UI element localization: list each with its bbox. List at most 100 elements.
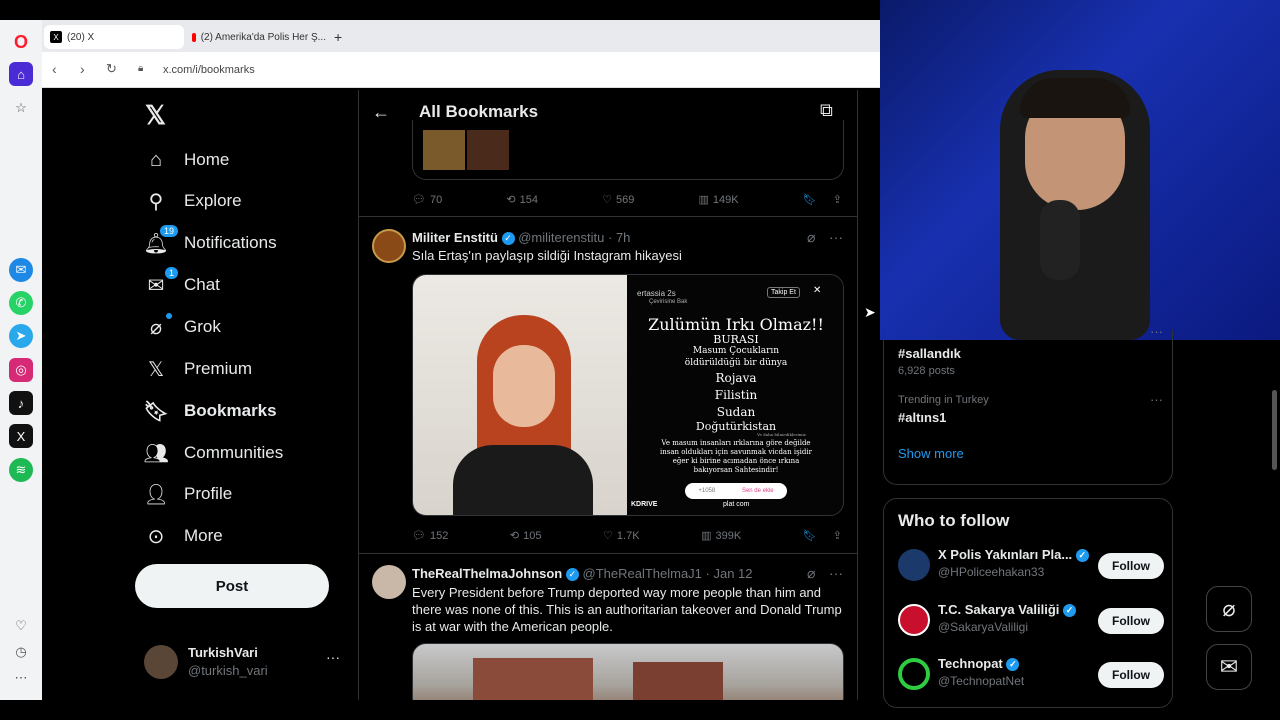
x-logo-icon[interactable]: 𝕏: [145, 100, 166, 131]
avatar: [898, 604, 930, 636]
trend-item[interactable]: Trending in Turkey #altıns1: [898, 394, 1148, 425]
author-handle[interactable]: @TheRealThelmaJ1: [583, 566, 702, 581]
share-icon[interactable]: ⇪: [833, 529, 842, 542]
author-name[interactable]: Militer Enstitü: [412, 230, 498, 245]
youtube-favicon-icon: [192, 32, 196, 42]
media-thumbnail[interactable]: [423, 130, 465, 170]
avatar: [898, 658, 930, 690]
tab-bar: X (20) X (2) Amerika'da Polis Her Ş... +: [42, 20, 880, 52]
share-icon[interactable]: ⇪: [833, 193, 842, 206]
url-input[interactable]: x.com/i/bookmarks: [163, 64, 255, 76]
photo-left-panel: [413, 275, 627, 515]
reply-icon: 💬︎: [412, 194, 426, 206]
nav-label: More: [184, 526, 223, 545]
tab-youtube[interactable]: (2) Amerika'da Polis Her Ş...: [186, 25, 326, 49]
telegram-icon[interactable]: ➤: [9, 324, 33, 348]
post-button[interactable]: Post: [135, 564, 329, 608]
like-button[interactable]: ♡ 569: [602, 193, 634, 207]
tweet-time[interactable]: · 7h: [608, 230, 630, 245]
x-app-icon[interactable]: X: [9, 424, 33, 448]
nav-home[interactable]: ⌂ Home: [144, 140, 229, 180]
views-button[interactable]: ▥ 149K: [698, 193, 739, 207]
nav-chat[interactable]: ✉ 1 Chat: [144, 265, 220, 305]
tweet-image[interactable]: [412, 643, 844, 700]
story-time: 2s: [667, 289, 676, 298]
home-speed-dial-icon[interactable]: ⌂: [9, 62, 33, 86]
streamer-hair: [1020, 78, 1130, 118]
whatsapp-icon[interactable]: ✆: [9, 291, 33, 315]
tiktok-icon[interactable]: ♪: [9, 391, 33, 415]
grok-float-button[interactable]: ⌀: [1206, 586, 1252, 632]
reply-button[interactable]: 💬︎ 152: [412, 529, 448, 543]
house-shape: [473, 658, 593, 700]
follow-button[interactable]: Follow: [1098, 608, 1164, 634]
nav-profile[interactable]: 👤︎ Profile: [143, 474, 232, 514]
nav-grok[interactable]: ⌀ Grok: [144, 307, 221, 347]
follow-button[interactable]: Follow: [1098, 553, 1164, 579]
bookmark-filled-icon[interactable]: 🔖︎: [803, 193, 817, 206]
scrollbar[interactable]: [1272, 390, 1277, 470]
author-handle[interactable]: @militerenstitu: [518, 230, 604, 245]
chart-icon: ▥: [698, 194, 709, 206]
follow-button[interactable]: Follow: [1098, 662, 1164, 688]
divider: [359, 216, 857, 217]
account-more-icon[interactable]: ···: [326, 649, 340, 665]
nav-more[interactable]: ⊙ More: [144, 516, 223, 556]
tweet-more-icon[interactable]: ···: [829, 229, 843, 245]
trend-more-icon[interactable]: ···: [1150, 392, 1163, 407]
nav-premium[interactable]: 𝕏 Premium: [144, 349, 252, 389]
spotify-icon[interactable]: ≋: [9, 458, 33, 482]
mouse-cursor-icon: ➤: [864, 304, 876, 320]
tweet-text: Sıla Ertaş'ın paylaşıp sildiği Instagram…: [412, 248, 682, 263]
story-add-sticker: +1058 Sen de ekle: [685, 483, 787, 499]
back-arrow-icon[interactable]: ←: [372, 102, 390, 123]
trend-item[interactable]: #sallandık 6,928 posts: [898, 346, 1148, 377]
trend-more-icon[interactable]: ···: [1150, 324, 1163, 339]
bookmark-filled-icon[interactable]: 🔖︎: [803, 529, 817, 542]
forward-icon[interactable]: ›: [80, 61, 85, 77]
avatar[interactable]: [372, 565, 406, 599]
media-thumbnail[interactable]: [467, 130, 509, 170]
messenger-icon[interactable]: ✉: [9, 258, 33, 282]
more-dots-icon[interactable]: ⋯: [9, 666, 33, 690]
reply-button[interactable]: 💬︎ 70: [412, 193, 442, 207]
back-icon[interactable]: ‹: [52, 61, 57, 77]
account-handle: @SakaryaValiligi: [938, 620, 1028, 634]
new-tab-button[interactable]: +: [330, 25, 348, 49]
avatar[interactable]: [372, 229, 406, 263]
home-icon: ⌂: [149, 148, 163, 171]
account-switcher[interactable]: TurkishVari @turkish_vari ···: [144, 643, 344, 683]
nav-explore[interactable]: ⚲ Explore: [144, 181, 242, 221]
like-button[interactable]: ♡ 1.7K: [603, 529, 640, 543]
opera-logo-icon[interactable]: O: [9, 30, 33, 54]
pinboard-icon[interactable]: ☆: [9, 96, 33, 120]
messages-float-button[interactable]: ✉: [1206, 644, 1252, 690]
reload-icon[interactable]: ↻: [106, 61, 117, 77]
tweet-image[interactable]: ertassia 2s Çevirisine Bak Takip Et ✕ Zu…: [412, 274, 844, 516]
nav-notifications[interactable]: 🔔︎ 19 Notifications: [143, 223, 277, 263]
author-name[interactable]: TheRealThelmaJohnson: [412, 566, 562, 581]
new-folder-icon[interactable]: ⧉: [820, 100, 833, 121]
story-line: öldürüldüğü bir dünya: [684, 358, 788, 368]
show-more-link[interactable]: Show more: [898, 446, 964, 461]
tweet-more-icon[interactable]: ···: [829, 565, 843, 581]
x-favicon-icon: X: [50, 31, 62, 43]
views-button[interactable]: ▥ 399K: [701, 529, 741, 543]
chart-icon: ▥: [701, 530, 712, 542]
repost-button[interactable]: ⟲ 105: [510, 529, 542, 543]
grok-explain-icon[interactable]: ⌀: [807, 229, 815, 246]
heart-icon[interactable]: ♡: [9, 614, 33, 638]
nav-bookmarks[interactable]: 🔖︎ Bookmarks: [143, 391, 276, 431]
tweet-time[interactable]: · Jan 12: [706, 566, 753, 581]
history-icon[interactable]: ◷: [9, 640, 33, 664]
nav-communities[interactable]: 👥︎ Communities: [143, 433, 283, 473]
tab-x[interactable]: X (20) X: [44, 25, 184, 49]
opera-sidebar: O ⌂ ☆ ✉ ✆ ➤ ◎ ♪ X ≋ ♡ ◷ ⋯: [0, 20, 42, 700]
tweet-header: Militer Enstitü ✓ @militerenstitu · 7h: [412, 230, 630, 246]
story-follow: Takip Et: [767, 287, 800, 298]
repost-button[interactable]: ⟲ 154: [506, 193, 538, 207]
trend-posts: 6,928 posts: [898, 365, 955, 377]
instagram-icon[interactable]: ◎: [9, 358, 33, 382]
grok-explain-icon[interactable]: ⌀: [807, 565, 815, 582]
story-body: Ve masum insanları ırklarına göre değild…: [660, 439, 812, 474]
